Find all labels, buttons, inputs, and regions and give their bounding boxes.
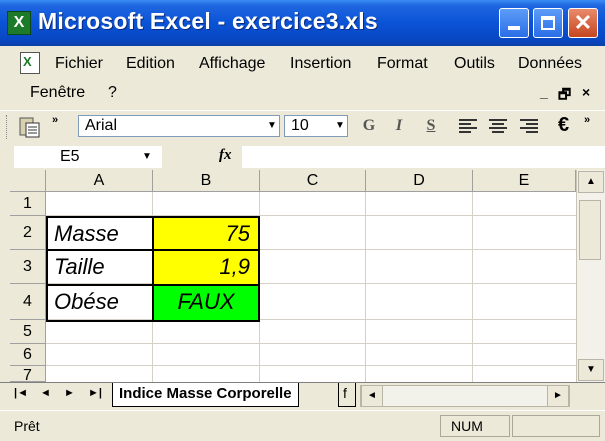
minimize-icon xyxy=(508,26,520,30)
row-header-6[interactable]: 6 xyxy=(10,344,46,366)
sheet-tab-next[interactable]: f xyxy=(338,383,356,407)
row-header-5[interactable]: 5 xyxy=(10,320,46,344)
window-title: Microsoft Excel - exercice3.xls xyxy=(38,8,378,34)
sheet-tab-active[interactable]: Indice Masse Corporelle xyxy=(112,383,299,407)
maximize-button[interactable] xyxy=(533,8,563,38)
close-button[interactable]: ✕ xyxy=(568,8,598,38)
prev-sheet-icon[interactable]: ◄ xyxy=(40,387,51,399)
column-header-d[interactable]: D xyxy=(366,170,473,192)
menu-format[interactable]: Format xyxy=(377,55,428,73)
menu-donnees[interactable]: Données xyxy=(518,55,582,73)
cell-b4[interactable]: FAUX xyxy=(152,284,260,322)
font-size-value: 10 xyxy=(291,117,309,134)
size-dropdown-arrow-icon[interactable]: ▼ xyxy=(333,117,347,135)
align-center-icon[interactable] xyxy=(489,119,507,133)
name-box-value: E5 xyxy=(60,148,80,165)
close-icon: ✕ xyxy=(573,10,593,35)
align-left-icon[interactable] xyxy=(459,119,477,133)
column-header-a[interactable]: A xyxy=(46,170,153,192)
row-header-7[interactable]: 7 xyxy=(10,366,46,382)
excel-icon[interactable]: X xyxy=(7,11,31,35)
row-header-1[interactable]: 1 xyxy=(10,192,46,216)
font-name-value: Arial xyxy=(85,117,118,134)
font-name-combo[interactable]: Arial ▼ xyxy=(78,115,280,137)
doc-restore-icon[interactable]: 🗗 xyxy=(558,84,571,108)
menu-help[interactable]: ? xyxy=(108,84,117,102)
workbook-icon[interactable] xyxy=(20,52,40,74)
menu-fichier[interactable]: Fichier xyxy=(55,55,103,73)
name-box[interactable]: E5 xyxy=(14,146,162,168)
excel-window: X Microsoft Excel - exercice3.xls ✕ Fich… xyxy=(0,0,605,441)
cell-a3[interactable]: Taille xyxy=(46,249,154,286)
select-all-corner[interactable] xyxy=(10,170,46,192)
status-num: NUM xyxy=(451,418,483,434)
gridline xyxy=(472,192,473,382)
currency-button[interactable]: € xyxy=(558,114,569,137)
align-right-icon[interactable] xyxy=(520,119,538,133)
bold-button[interactable]: G xyxy=(358,115,380,137)
horizontal-scrollbar[interactable]: ◄ ► xyxy=(360,385,570,407)
maximize-icon xyxy=(541,16,555,30)
row-header-4[interactable]: 4 xyxy=(10,284,46,320)
cell-a4[interactable]: Obése xyxy=(46,284,154,322)
cell-a2[interactable]: Masse xyxy=(46,216,154,251)
scroll-up-icon[interactable]: ▲ xyxy=(578,171,604,193)
paste-icon[interactable] xyxy=(17,115,43,139)
status-bar: Prêt NUM xyxy=(0,410,605,441)
doc-minimize-icon[interactable]: _ xyxy=(540,84,548,100)
row-header-3[interactable]: 3 xyxy=(10,250,46,284)
menu-fenetre[interactable]: Fenêtre xyxy=(30,84,85,102)
toolbar-grip[interactable] xyxy=(6,115,10,139)
toolbar-more-chevron-icon[interactable]: » xyxy=(584,114,590,126)
next-sheet-icon[interactable]: ► xyxy=(64,387,75,399)
font-size-combo[interactable]: 10 ▼ xyxy=(284,115,348,137)
status-ready: Prêt xyxy=(14,418,40,434)
gridline xyxy=(46,343,576,344)
last-sheet-icon[interactable]: ►| xyxy=(88,387,102,399)
column-header-e[interactable]: E xyxy=(473,170,576,192)
scrollbar-thumb[interactable] xyxy=(579,200,601,260)
underline-button[interactable]: S xyxy=(420,115,442,137)
name-box-dropdown-icon[interactable]: ▼ xyxy=(142,151,152,162)
menu-insertion[interactable]: Insertion xyxy=(290,55,351,73)
menu-edition[interactable]: Edition xyxy=(126,55,175,73)
italic-button[interactable]: I xyxy=(388,115,410,137)
column-header-b[interactable]: B xyxy=(153,170,260,192)
menu-affichage[interactable]: Affichage xyxy=(199,55,265,73)
cell-b2[interactable]: 75 xyxy=(152,216,260,251)
toolbar-options-chevron-icon[interactable]: » xyxy=(52,114,58,126)
status-panel-empty xyxy=(512,415,600,437)
font-dropdown-arrow-icon[interactable]: ▼ xyxy=(265,117,279,135)
gridline xyxy=(46,365,576,366)
first-sheet-icon[interactable]: |◄ xyxy=(14,387,28,399)
worksheet-grid[interactable]: A B C D E 1 2 3 4 5 6 7 Masse 75 Taille … xyxy=(10,170,576,382)
row-header-2[interactable]: 2 xyxy=(10,216,46,250)
doc-close-icon[interactable]: × xyxy=(582,84,590,100)
menu-outils[interactable]: Outils xyxy=(454,55,495,73)
minimize-button[interactable] xyxy=(499,8,529,38)
sheet-tab-bar: |◄ ◄ ► ►| Indice Masse Corporelle f ◄ ► xyxy=(0,382,605,411)
gridline xyxy=(365,192,366,382)
insert-function-button[interactable]: fx xyxy=(219,147,232,164)
title-bar[interactable]: X Microsoft Excel - exercice3.xls ✕ xyxy=(0,0,605,46)
scroll-down-icon[interactable]: ▼ xyxy=(578,359,604,381)
vertical-scrollbar[interactable]: ▲ ▼ xyxy=(576,170,605,382)
cell-b3[interactable]: 1,9 xyxy=(152,249,260,286)
scroll-right-icon[interactable]: ► xyxy=(547,385,569,407)
formula-input[interactable] xyxy=(242,146,605,168)
column-header-c[interactable]: C xyxy=(260,170,366,192)
scroll-left-icon[interactable]: ◄ xyxy=(361,385,383,407)
